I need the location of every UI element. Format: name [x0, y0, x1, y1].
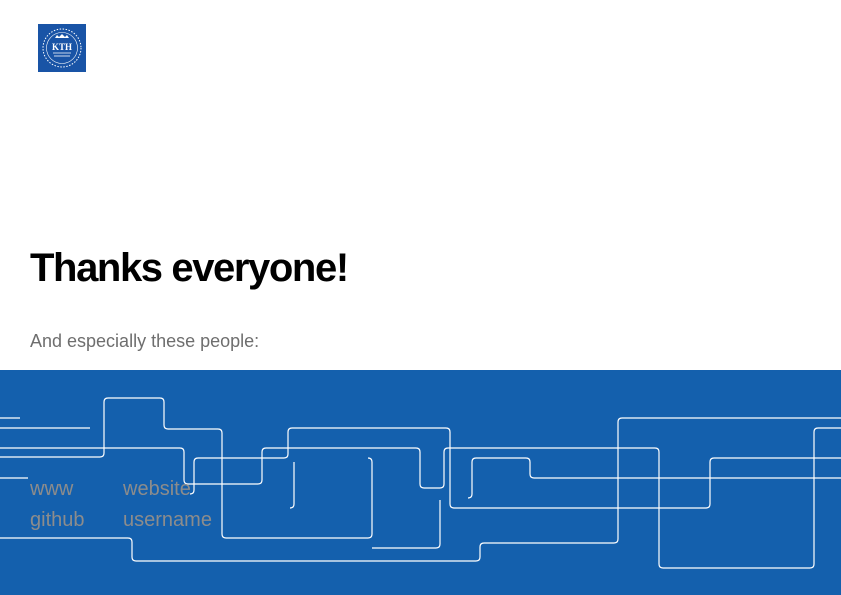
logo-text: KTH: [52, 42, 72, 52]
circuit-band: www website github username: [0, 370, 841, 595]
contact-value-username[interactable]: username: [123, 509, 212, 531]
slide-subtitle: And especially these people:: [30, 331, 260, 351]
contact-row-github: github username: [30, 508, 212, 532]
contact-value-website[interactable]: website: [123, 478, 191, 500]
contact-label-www: www: [30, 478, 74, 500]
slide: KTH Thanks everyone! And especially thes…: [0, 0, 841, 595]
contact-row-www: www website: [30, 477, 191, 501]
contact-info: www website github username: [0, 370, 841, 595]
contact-label-github: github: [30, 509, 85, 531]
slide-title: Thanks everyone!: [30, 246, 349, 290]
kth-logo: KTH: [38, 24, 86, 72]
kth-crest-icon: KTH: [42, 28, 82, 68]
